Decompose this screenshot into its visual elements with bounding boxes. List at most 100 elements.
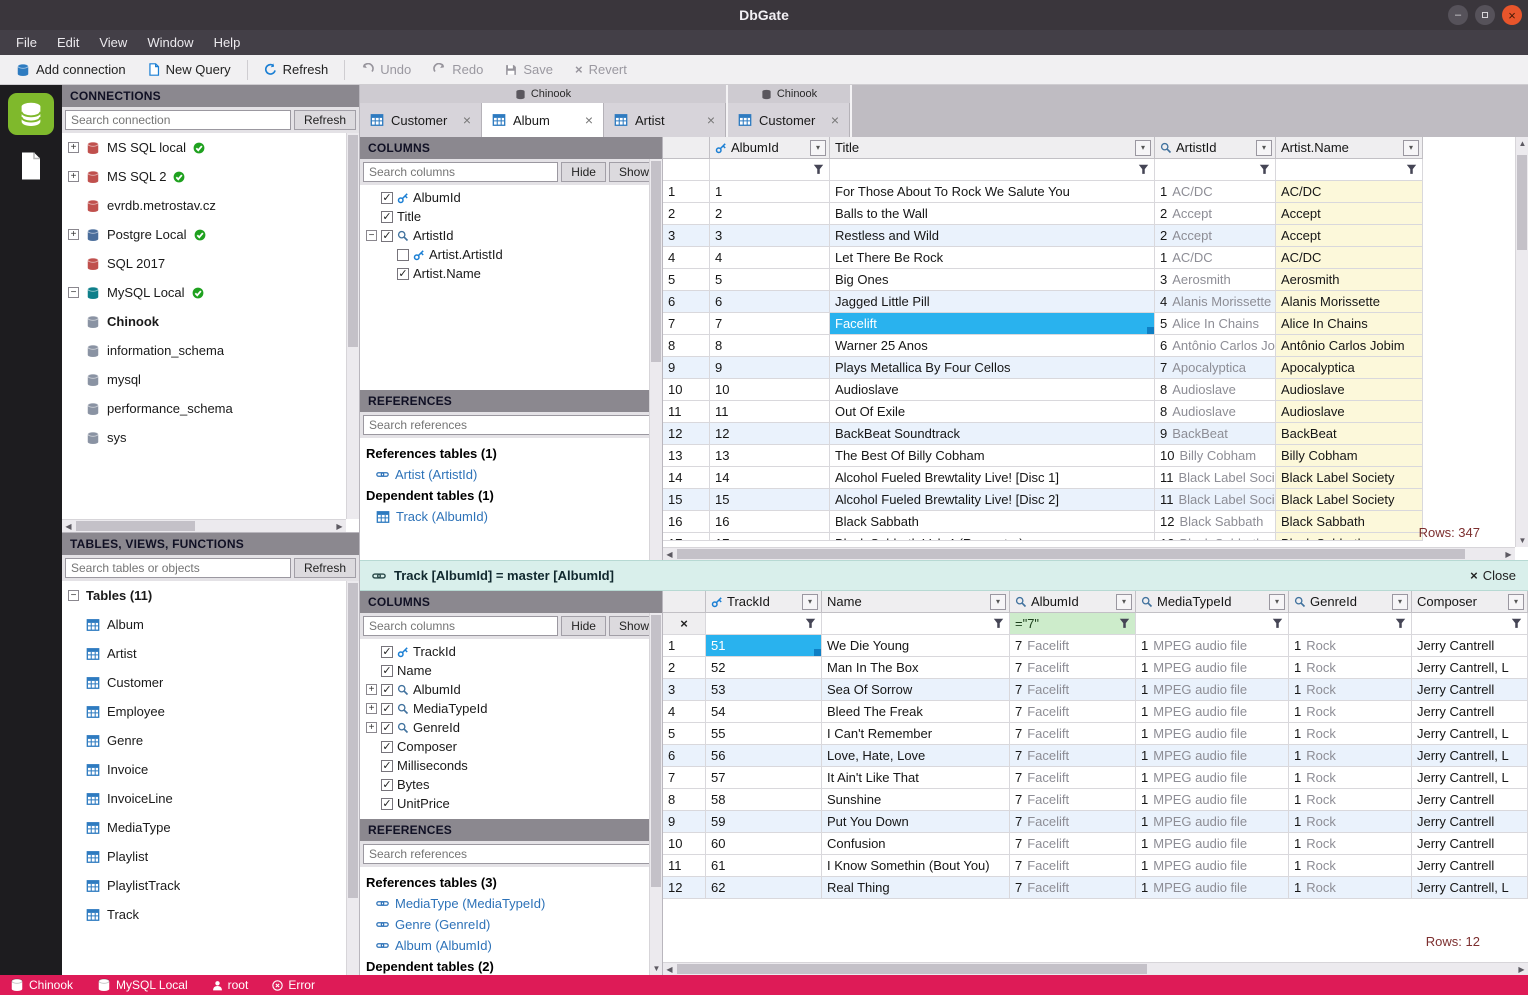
filter-input[interactable] [830,159,1155,181]
cell-title[interactable]: Let There Be Rock [830,247,1155,269]
column-checkbox[interactable]: ✓ [381,664,393,677]
filter-funnel-icon[interactable] [993,618,1004,629]
cell-name[interactable]: Love, Hate, Love [822,745,1010,767]
close-tab-icon[interactable]: × [825,112,839,128]
column-item-milliseconds[interactable]: ✓ Milliseconds [360,756,662,775]
cell-trackid[interactable]: 62 [706,877,822,899]
column-checkbox[interactable]: ✓ [381,721,393,734]
row-number[interactable]: 9 [663,357,710,379]
column-item-artist-artistid[interactable]: Artist.ArtistId [360,245,662,264]
cell-trackid[interactable]: 61 [706,855,822,877]
column-item-artist-name[interactable]: ✓ Artist.Name [360,264,662,283]
filter-input[interactable] [1155,159,1276,181]
cell-albumid[interactable]: 11 [710,401,830,423]
cell-artistid[interactable]: 12Black Sabbath [1155,533,1276,541]
fill-handle[interactable] [814,649,821,656]
connection-item-information-schema[interactable]: information_schema [62,336,346,365]
cell-title[interactable]: For Those About To Rock We Salute You [830,181,1155,203]
cell-albumid[interactable]: 15 [710,489,830,511]
filter-input[interactable] [706,613,822,635]
reference-link-artist-artistid[interactable]: Artist (ArtistId) [366,464,656,485]
connections-horizontal-scrollbar[interactable]: ◀ ▶ [62,519,346,532]
status-error[interactable]: Error [272,978,315,992]
reference-link-track-albumid[interactable]: Track (AlbumId) [366,506,656,527]
column-item-name[interactable]: ✓ Name [360,661,662,680]
row-number[interactable]: 1 [663,635,706,657]
add-connection-button[interactable]: Add connection [6,58,136,81]
manager-vertical-scrollbar[interactable]: ▼ [649,613,662,975]
row-number[interactable]: 5 [663,723,706,745]
cell-mediatypeid[interactable]: 1 MPEG audio file [1136,855,1289,877]
column-dropdown-icon[interactable]: ▾ [810,139,826,156]
cell-albumid[interactable]: 13 [710,445,830,467]
cell-genreid[interactable]: 1 Rock [1289,855,1412,877]
cell-albumid[interactable]: 7 Facelift [1010,789,1136,811]
cell-albumid[interactable]: 5 [710,269,830,291]
tables-group-row[interactable]: − Tables (11) [62,581,346,610]
cell-artist-name[interactable]: Black Label Society [1276,489,1423,511]
cell-artistid[interactable]: 11Black Label Society [1155,467,1276,489]
cell-albumid[interactable]: 7 Facelift [1010,877,1136,899]
cell-trackid[interactable]: 53 [706,679,822,701]
table-item-track[interactable]: Track [62,900,346,929]
reference-link-mediatype-mediatypeid[interactable]: MediaType (MediaTypeId) [366,893,656,914]
column-checkbox[interactable]: ✓ [381,210,393,223]
cell-composer[interactable]: Jerry Cantrell [1412,811,1528,833]
reference-link-genre-genreid[interactable]: Genre (GenreId) [366,914,656,935]
cell-title[interactable]: Black Sabbath [830,511,1155,533]
cell-mediatypeid[interactable]: 1 MPEG audio file [1136,877,1289,899]
cell-albumid[interactable]: 7 Facelift [1010,855,1136,877]
cell-albumid[interactable]: 8 [710,335,830,357]
cell-mediatypeid[interactable]: 1 MPEG audio file [1136,833,1289,855]
row-number[interactable]: 10 [663,833,706,855]
cell-composer[interactable]: Jerry Cantrell [1412,679,1528,701]
column-dropdown-icon[interactable]: ▾ [1508,593,1524,610]
column-dropdown-icon[interactable]: ▾ [1269,593,1285,610]
cell-albumid[interactable]: 6 [710,291,830,313]
collapse-icon[interactable]: − [68,590,79,601]
connection-item-sql-2017[interactable]: SQL 2017 [62,249,346,278]
cell-artist-name[interactable]: Accept [1276,203,1423,225]
cell-artistid[interactable]: 6Antônio Carlos Jobim [1155,335,1276,357]
cell-artist-name[interactable]: AC/DC [1276,247,1423,269]
cell-title[interactable]: Balls to the Wall [830,203,1155,225]
cell-genreid[interactable]: 1 Rock [1289,811,1412,833]
hide-column-button[interactable]: Hide [561,162,606,182]
cell-albumid[interactable]: 12 [710,423,830,445]
fill-handle[interactable] [1147,327,1154,334]
cell-name[interactable]: Man In The Box [822,657,1010,679]
row-number[interactable]: 3 [663,679,706,701]
connections-refresh-button[interactable]: Refresh [293,110,356,130]
column-item-composer[interactable]: ✓ Composer [360,737,662,756]
files-icon[interactable] [19,151,43,184]
row-number[interactable]: 7 [663,767,706,789]
column-checkbox[interactable] [397,248,409,261]
column-checkbox[interactable]: ✓ [397,267,409,280]
cell-composer[interactable]: Jerry Cantrell [1412,833,1528,855]
cell-composer[interactable]: Jerry Cantrell, L [1412,767,1528,789]
connection-search-input[interactable] [65,110,291,130]
cell-title[interactable]: Plays Metallica By Four Cellos [830,357,1155,379]
column-item-mediatypeid[interactable]: + ✓ MediaTypeId [360,699,662,718]
cell-title[interactable]: Warner 25 Anos [830,335,1155,357]
expand-icon[interactable]: + [68,142,79,153]
cell-artist-name[interactable]: Alanis Morissette [1276,291,1423,313]
column-item-title[interactable]: ✓ Title [360,207,662,226]
cell-artist-name[interactable]: BackBeat [1276,423,1423,445]
grid-vertical-scrollbar[interactable]: ▲ ▼ [1515,137,1528,547]
column-item-artistid[interactable]: − ✓ ArtistId [360,226,662,245]
column-item-albumid[interactable]: + ✓ AlbumId [360,680,662,699]
cell-artist-name[interactable]: Black Sabbath [1276,511,1423,533]
references-search-input[interactable] [363,844,659,864]
tab-artist[interactable]: Artist × [604,103,726,137]
table-item-album[interactable]: Album [62,610,346,639]
tab-customer[interactable]: Customer × [360,103,482,137]
row-number[interactable]: 3 [663,225,710,247]
row-number[interactable]: 14 [663,467,710,489]
cell-composer[interactable]: Jerry Cantrell [1412,855,1528,877]
connection-item-performance-schema[interactable]: performance_schema [62,394,346,423]
cell-composer[interactable]: Jerry Cantrell [1412,635,1528,657]
filter-funnel-icon[interactable] [1119,618,1130,629]
column-item-albumid[interactable]: ✓ AlbumId [360,188,662,207]
table-item-invoiceline[interactable]: InvoiceLine [62,784,346,813]
